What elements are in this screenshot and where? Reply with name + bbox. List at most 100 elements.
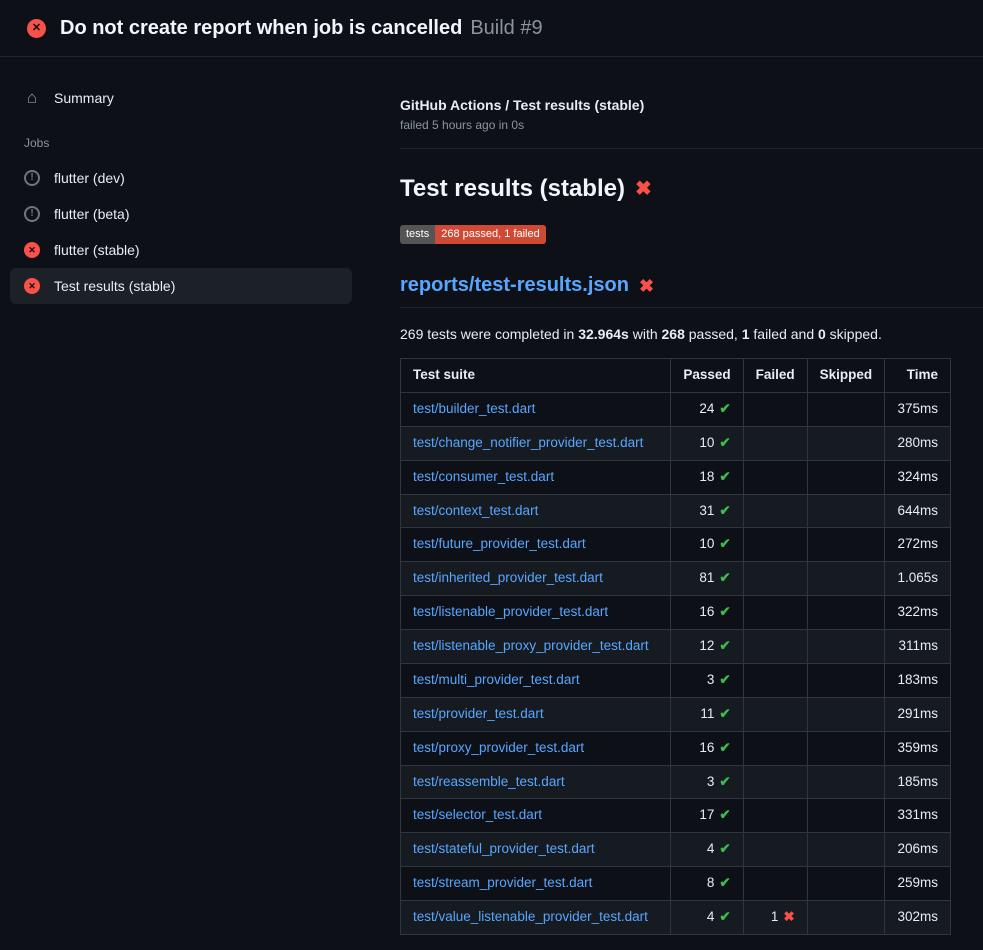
test-suite-link[interactable]: test/change_notifier_provider_test.dart <box>413 435 643 450</box>
test-suite-link[interactable]: test/consumer_test.dart <box>413 469 554 484</box>
failed-cell-value: 1 <box>771 909 779 924</box>
skipped-cell <box>807 426 885 460</box>
col-header-time: Time <box>885 359 951 393</box>
summary-text: with <box>629 326 662 342</box>
time-cell: 272ms <box>885 528 951 562</box>
suite-cell: test/change_notifier_provider_test.dart <box>401 426 671 460</box>
col-header-passed: Passed <box>671 359 743 393</box>
passed-cell-value: 12 <box>699 638 714 653</box>
passed-cell-value: 4 <box>707 841 715 856</box>
skipped-cell <box>807 562 885 596</box>
sidebar: ⌂ Summary Jobs ! flutter (dev) ! flutter… <box>0 57 368 950</box>
passed-cell: 4✔ <box>671 833 743 867</box>
table-row: test/provider_test.dart11✔291ms <box>401 697 951 731</box>
suite-cell: test/context_test.dart <box>401 494 671 528</box>
table-row: test/selector_test.dart17✔331ms <box>401 799 951 833</box>
test-suite-link[interactable]: test/value_listenable_provider_test.dart <box>413 909 648 924</box>
failed-status-icon: ✕ <box>24 278 40 294</box>
suite-cell: test/future_provider_test.dart <box>401 528 671 562</box>
jobs-section-label: Jobs <box>10 116 352 160</box>
test-suite-link[interactable]: test/proxy_provider_test.dart <box>413 740 584 755</box>
suite-cell: test/listenable_provider_test.dart <box>401 596 671 630</box>
time-cell: 1.065s <box>885 562 951 596</box>
time-cell: 324ms <box>885 460 951 494</box>
failed-cell <box>743 596 807 630</box>
table-row: test/stateful_provider_test.dart4✔206ms <box>401 833 951 867</box>
results-table-body: test/builder_test.dart24✔375mstest/chang… <box>401 392 951 934</box>
suite-cell: test/proxy_provider_test.dart <box>401 731 671 765</box>
test-suite-link[interactable]: test/multi_provider_test.dart <box>413 672 580 687</box>
passed-cell: 11✔ <box>671 697 743 731</box>
skipped-cell <box>807 630 885 664</box>
sidebar-item-flutter-stable[interactable]: ✕ flutter (stable) <box>10 232 352 268</box>
section-title: Test results (stable) ✖ <box>400 175 951 203</box>
passed-cell-value: 8 <box>707 875 715 890</box>
table-header-row: Test suite Passed Failed Skipped Time <box>401 359 951 393</box>
summary-passed-count: 268 <box>662 326 685 342</box>
test-suite-link[interactable]: test/selector_test.dart <box>413 807 542 822</box>
sidebar-item-flutter-beta[interactable]: ! flutter (beta) <box>10 196 352 232</box>
suite-cell: test/provider_test.dart <box>401 697 671 731</box>
test-suite-link[interactable]: test/context_test.dart <box>413 503 538 518</box>
skipped-cell <box>807 697 885 731</box>
job-label: Test results (stable) <box>54 278 175 294</box>
summary-skipped-count: 0 <box>818 326 826 342</box>
check-icon: ✔ <box>719 875 730 890</box>
passed-cell: 16✔ <box>671 596 743 630</box>
table-row: test/consumer_test.dart18✔324ms <box>401 460 951 494</box>
cross-icon: ✖ <box>783 909 794 924</box>
check-icon: ✔ <box>719 536 730 551</box>
summary-label: Summary <box>54 90 114 106</box>
passed-cell-value: 17 <box>699 807 714 822</box>
failed-cell <box>743 630 807 664</box>
passed-cell: 17✔ <box>671 799 743 833</box>
failed-cell <box>743 460 807 494</box>
check-icon: ✔ <box>719 570 730 585</box>
passed-cell-value: 24 <box>699 401 714 416</box>
test-suite-link[interactable]: test/reassemble_test.dart <box>413 774 565 789</box>
passed-cell-value: 31 <box>699 503 714 518</box>
skipped-cell <box>807 460 885 494</box>
test-suite-link[interactable]: test/inherited_provider_test.dart <box>413 570 603 585</box>
skipped-cell <box>807 392 885 426</box>
summary-text: skipped. <box>826 326 882 342</box>
suite-cell: test/listenable_proxy_provider_test.dart <box>401 630 671 664</box>
passed-cell-value: 4 <box>707 909 715 924</box>
test-suite-link[interactable]: test/stream_provider_test.dart <box>413 875 592 890</box>
check-icon: ✔ <box>719 672 730 687</box>
col-header-test-suite: Test suite <box>401 359 671 393</box>
report-link[interactable]: reports/test-results.json <box>400 274 629 297</box>
sidebar-item-test-results-stable[interactable]: ✕ Test results (stable) <box>10 268 352 304</box>
results-table: Test suite Passed Failed Skipped Time te… <box>400 358 951 935</box>
check-icon: ✔ <box>719 841 730 856</box>
time-cell: 311ms <box>885 630 951 664</box>
check-icon: ✔ <box>719 604 730 619</box>
passed-cell: 81✔ <box>671 562 743 596</box>
time-cell: 183ms <box>885 663 951 697</box>
passed-cell: 12✔ <box>671 630 743 664</box>
failed-cell <box>743 731 807 765</box>
test-suite-link[interactable]: test/listenable_provider_test.dart <box>413 604 608 619</box>
sidebar-item-flutter-dev[interactable]: ! flutter (dev) <box>10 160 352 196</box>
test-suite-link[interactable]: test/listenable_proxy_provider_test.dart <box>413 638 649 653</box>
sidebar-item-summary[interactable]: ⌂ Summary <box>10 79 352 116</box>
test-suite-link[interactable]: test/provider_test.dart <box>413 706 544 721</box>
passed-cell: 16✔ <box>671 731 743 765</box>
passed-cell: 31✔ <box>671 494 743 528</box>
time-cell: 359ms <box>885 731 951 765</box>
test-suite-link[interactable]: test/stateful_provider_test.dart <box>413 841 595 856</box>
test-suite-link[interactable]: test/future_provider_test.dart <box>413 536 586 551</box>
passed-cell-value: 10 <box>699 435 714 450</box>
col-header-skipped: Skipped <box>807 359 885 393</box>
suite-cell: test/reassemble_test.dart <box>401 765 671 799</box>
skipped-cell <box>807 901 885 935</box>
check-title: Do not create report when job is cancell… <box>60 17 462 40</box>
test-suite-link[interactable]: test/builder_test.dart <box>413 401 535 416</box>
table-row: test/value_listenable_provider_test.dart… <box>401 901 951 935</box>
skipped-cell <box>807 663 885 697</box>
failed-cell <box>743 663 807 697</box>
suite-cell: test/selector_test.dart <box>401 799 671 833</box>
check-icon: ✔ <box>719 774 730 789</box>
table-row: test/proxy_provider_test.dart 16✔ 359ms <box>401 731 951 765</box>
check-icon: ✔ <box>719 740 730 755</box>
